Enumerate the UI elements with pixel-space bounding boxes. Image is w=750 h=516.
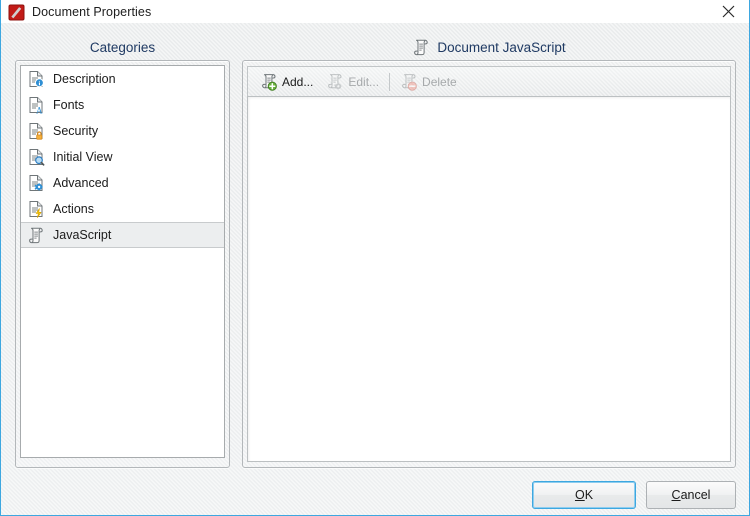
edit-script-label: Edit...	[348, 74, 380, 89]
sidebar-item-fonts[interactable]: A Fonts	[21, 92, 224, 118]
categories-list[interactable]: Description A Fonts Security Initial Vie…	[20, 65, 225, 458]
sidebar-item-initial-view[interactable]: Initial View	[21, 144, 224, 170]
script-scroll-icon	[26, 225, 46, 245]
ok-button-label: OK	[574, 488, 594, 502]
svg-text:A: A	[36, 105, 43, 114]
sidebar-item-security[interactable]: Security	[21, 118, 224, 144]
script-delete-icon	[400, 73, 418, 91]
document-properties-dialog: Document Properties Categories Descripti…	[0, 0, 750, 516]
delete-script-label: Delete	[422, 74, 457, 89]
javascript-toolbar: Add... Edit... Delete	[247, 66, 731, 96]
window-title: Document Properties	[32, 5, 152, 19]
sidebar-item-advanced[interactable]: Advanced	[21, 170, 224, 196]
document-font-icon: A	[26, 95, 46, 115]
close-icon[interactable]	[705, 0, 749, 23]
javascript-list[interactable]	[247, 96, 731, 462]
document-info-icon	[26, 69, 46, 89]
cancel-button[interactable]: Cancel	[646, 481, 736, 509]
script-add-icon	[260, 73, 278, 91]
sidebar-item-label: Fonts	[53, 98, 85, 112]
document-lightning-icon	[26, 199, 46, 219]
sidebar-item-label: Advanced	[53, 176, 109, 190]
toolbar-separator	[389, 72, 391, 91]
add-script-button[interactable]: Add...	[254, 70, 319, 94]
categories-group: Categories Description A Fonts Security …	[15, 34, 230, 468]
sidebar-item-label: Initial View	[53, 150, 113, 164]
document-lock-icon	[26, 121, 46, 141]
pdf-application-icon	[8, 4, 25, 21]
document-javascript-header: Document JavaScript	[242, 34, 736, 60]
cancel-button-label: Cancel	[671, 488, 711, 502]
ok-button[interactable]: OK	[532, 481, 636, 509]
edit-script-button[interactable]: Edit...	[320, 70, 385, 94]
script-scroll-icon	[412, 38, 430, 56]
sidebar-item-label: JavaScript	[53, 228, 112, 242]
sidebar-item-label: Actions	[53, 202, 94, 216]
sidebar-item-javascript[interactable]: JavaScript	[21, 222, 224, 248]
categories-header-label: Categories	[89, 39, 156, 55]
sidebar-item-actions[interactable]: Actions	[21, 196, 224, 222]
script-edit-icon	[326, 73, 344, 91]
sidebar-item-label: Security	[53, 124, 99, 138]
delete-script-button[interactable]: Delete	[394, 70, 463, 94]
categories-header: Categories	[15, 34, 230, 60]
document-search-icon	[26, 147, 46, 167]
document-gear-icon	[26, 173, 46, 193]
sidebar-item-label: Description	[53, 72, 116, 86]
add-script-label: Add...	[282, 74, 314, 89]
title-bar: Document Properties	[1, 0, 749, 24]
sidebar-item-description[interactable]: Description	[21, 66, 224, 92]
document-javascript-header-label: Document JavaScript	[437, 39, 566, 55]
